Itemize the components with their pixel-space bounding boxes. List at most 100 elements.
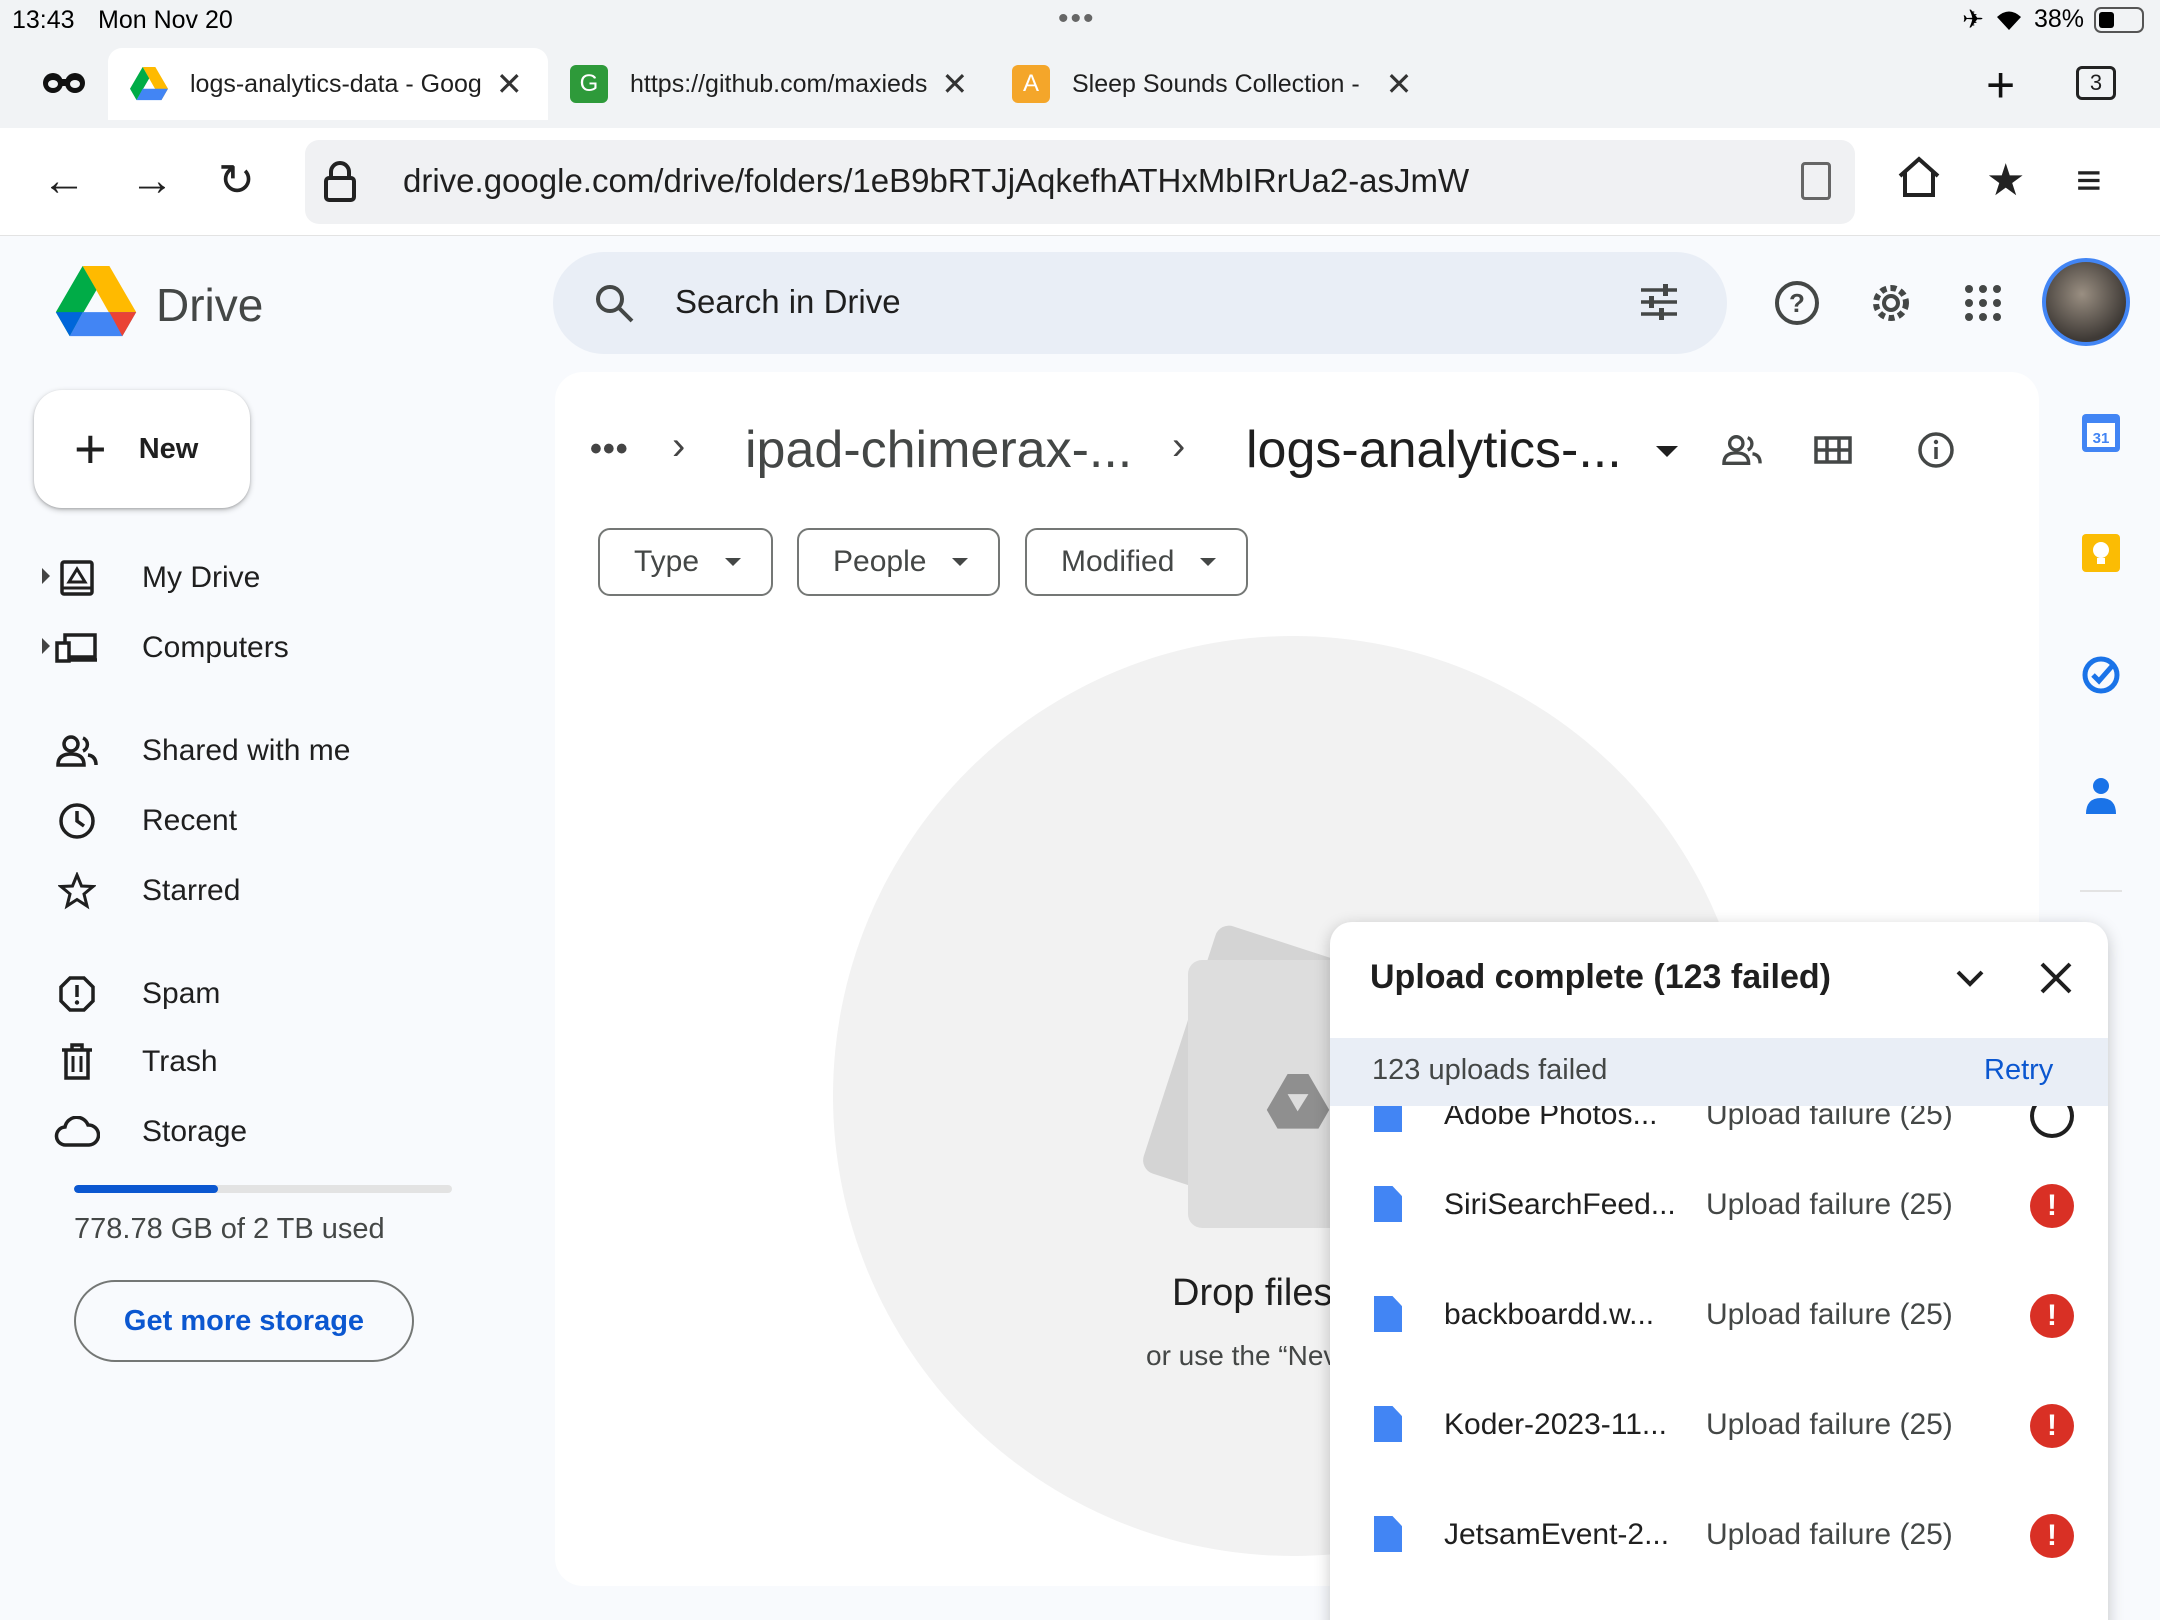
- upload-file-name: SiriSearchFeed...: [1444, 1188, 1676, 1221]
- grid-view-icon[interactable]: [1814, 436, 1852, 464]
- forward-icon[interactable]: →: [130, 156, 174, 206]
- error-icon[interactable]: !: [2030, 1294, 2074, 1338]
- upload-status: Upload failure (25): [1706, 1188, 1953, 1221]
- status-bar: 13:43 Mon Nov 20 ••• ✈ 38%: [0, 0, 2160, 40]
- private-mode-icon[interactable]: [42, 70, 86, 96]
- get-more-storage-button[interactable]: Get more storage: [74, 1280, 414, 1362]
- dropdown-arrow-icon: [1200, 558, 1217, 566]
- tab-github[interactable]: G https://github.com/maxieds ✕: [568, 48, 988, 120]
- sidebar-item-label: Trash: [142, 1045, 218, 1078]
- upload-row[interactable]: SiriSearchFeed... Upload failure (25) !: [1330, 1152, 2108, 1262]
- upload-row[interactable]: Koder-2023-11... Upload failure (25) !: [1330, 1372, 2108, 1482]
- filter-modified-chip[interactable]: Modified: [1025, 528, 1249, 596]
- sidebar-item-computers[interactable]: Computers: [42, 620, 289, 676]
- upload-row[interactable]: JetsamEvent-2... Upload failure (25) !: [1330, 1482, 2108, 1592]
- sidebar-item-label: My Drive: [142, 561, 261, 594]
- upload-file-name: backboardd.w...: [1444, 1298, 1655, 1331]
- expand-arrow-icon[interactable]: [42, 568, 50, 584]
- upload-status: Upload failure (25): [1706, 1298, 1953, 1331]
- manage-access-icon[interactable]: [1722, 434, 1762, 466]
- menu-icon[interactable]: ≡: [2076, 156, 2102, 206]
- search-icon[interactable]: [593, 282, 635, 324]
- calendar-icon[interactable]: 31: [2080, 412, 2122, 454]
- breadcrumb-overflow-button[interactable]: •••: [590, 430, 629, 469]
- new-tab-icon[interactable]: +: [1986, 56, 2015, 114]
- sidebar-item-label: Starred: [142, 874, 241, 907]
- retry-button[interactable]: Retry: [1984, 1054, 2053, 1087]
- tab-sleep-sounds[interactable]: A Sleep Sounds Collection - ✕: [1010, 48, 1430, 120]
- upload-status-panel: Upload complete (123 failed) 123 uploads…: [1330, 922, 2108, 1620]
- breadcrumb-chevron-icon: ›: [1172, 424, 1186, 468]
- filter-people-chip[interactable]: People: [797, 528, 1001, 596]
- tab-title: logs-analytics-data - Goog: [190, 69, 482, 98]
- url-text: drive.google.com/drive/folders/1eB9bRTJj…: [403, 162, 1470, 199]
- sidebar-item-recent[interactable]: Recent: [50, 793, 237, 849]
- close-tab-icon[interactable]: ✕: [496, 65, 523, 103]
- google-drive-favicon-icon: [130, 66, 168, 101]
- address-bar[interactable]: drive.google.com/drive/folders/1eB9bRTJj…: [305, 140, 1855, 224]
- upload-row[interactable]: backboardd.w... Upload failure (25) !: [1330, 1262, 2108, 1372]
- tab-drive[interactable]: logs-analytics-data - Goog ✕: [108, 48, 548, 120]
- upload-summary-text: 123 uploads failed: [1372, 1054, 1608, 1086]
- home-icon[interactable]: [1896, 154, 1942, 200]
- contacts-icon[interactable]: [2080, 774, 2122, 816]
- folder-menu-caret-icon[interactable]: [1656, 446, 1678, 457]
- close-tab-icon[interactable]: ✕: [941, 65, 968, 103]
- trash-icon: [62, 1043, 92, 1080]
- account-avatar[interactable]: [2042, 258, 2130, 346]
- filter-type-chip[interactable]: Type: [598, 528, 774, 596]
- error-icon[interactable]: !: [2030, 1184, 2074, 1228]
- error-icon[interactable]: !: [2030, 1514, 2074, 1558]
- keep-icon[interactable]: [2080, 532, 2122, 574]
- tasks-icon[interactable]: [2080, 654, 2122, 696]
- lock-icon: [324, 161, 356, 202]
- cloud-icon: [54, 1116, 100, 1147]
- chevron-down-icon[interactable]: [1950, 958, 1990, 998]
- expand-arrow-icon[interactable]: [42, 638, 50, 654]
- apps-grid-icon[interactable]: [1964, 284, 2002, 322]
- upload-file-name: Koder-2023-11...: [1444, 1408, 1667, 1441]
- sidebar-item-storage[interactable]: Storage: [50, 1104, 247, 1160]
- upload-file-name: JetsamEvent-2...: [1444, 1518, 1670, 1551]
- sidebar-item-starred[interactable]: Starred: [50, 863, 240, 919]
- breadcrumb-current-folder[interactable]: logs-analytics-...: [1246, 420, 1622, 480]
- spam-icon: [59, 976, 95, 1012]
- storage-usage-text: 778.78 GB of 2 TB used: [74, 1213, 385, 1245]
- reader-mode-icon[interactable]: [1801, 162, 1831, 200]
- sidebar-item-trash[interactable]: Trash: [50, 1034, 218, 1090]
- settings-gear-icon[interactable]: [1868, 280, 1914, 326]
- sidebar-item-label: Spam: [142, 977, 221, 1010]
- search-bar[interactable]: [553, 252, 1727, 354]
- battery-percent: 38%: [2033, 5, 2084, 33]
- close-icon[interactable]: [2036, 958, 2076, 998]
- sidebar-item-my-drive[interactable]: My Drive: [42, 550, 261, 606]
- error-icon[interactable]: !: [2030, 1404, 2074, 1448]
- sidebar-item-label: Storage: [142, 1115, 248, 1148]
- upload-status: Upload failure (25): [1706, 1518, 1953, 1551]
- search-options-icon[interactable]: [1639, 282, 1679, 322]
- sidebar-item-label: Computers: [142, 631, 289, 664]
- new-button[interactable]: + New: [34, 390, 250, 508]
- search-input[interactable]: [675, 274, 1575, 330]
- rail-divider: [2080, 890, 2122, 892]
- tab-count-button[interactable]: 3: [2076, 66, 2116, 100]
- drive-logo-icon: [55, 266, 137, 337]
- status-right: ✈ 38%: [1962, 4, 2144, 35]
- sidebar-item-spam[interactable]: Spam: [50, 966, 220, 1022]
- details-info-icon[interactable]: [1917, 431, 1955, 469]
- drive-watermark-icon: [1266, 1074, 1330, 1129]
- help-icon[interactable]: ?: [1774, 280, 1820, 326]
- status-time: 13:43: [12, 6, 75, 34]
- breadcrumb-parent-folder[interactable]: ipad-chimerax-...: [745, 420, 1132, 480]
- bookmarks-icon[interactable]: ★: [1986, 156, 2025, 206]
- clock-icon: [59, 803, 95, 839]
- sidebar-item-shared[interactable]: Shared with me: [50, 723, 350, 779]
- dropdown-arrow-icon: [952, 558, 969, 566]
- multitasking-dots-icon[interactable]: •••: [1058, 2, 1096, 36]
- status-date: Mon Nov 20: [98, 6, 233, 34]
- file-icon: [1374, 1406, 1402, 1442]
- close-tab-icon[interactable]: ✕: [1386, 65, 1413, 103]
- back-icon[interactable]: ←: [42, 156, 86, 206]
- reload-icon[interactable]: ↻: [218, 156, 255, 206]
- filter-label: People: [833, 545, 927, 578]
